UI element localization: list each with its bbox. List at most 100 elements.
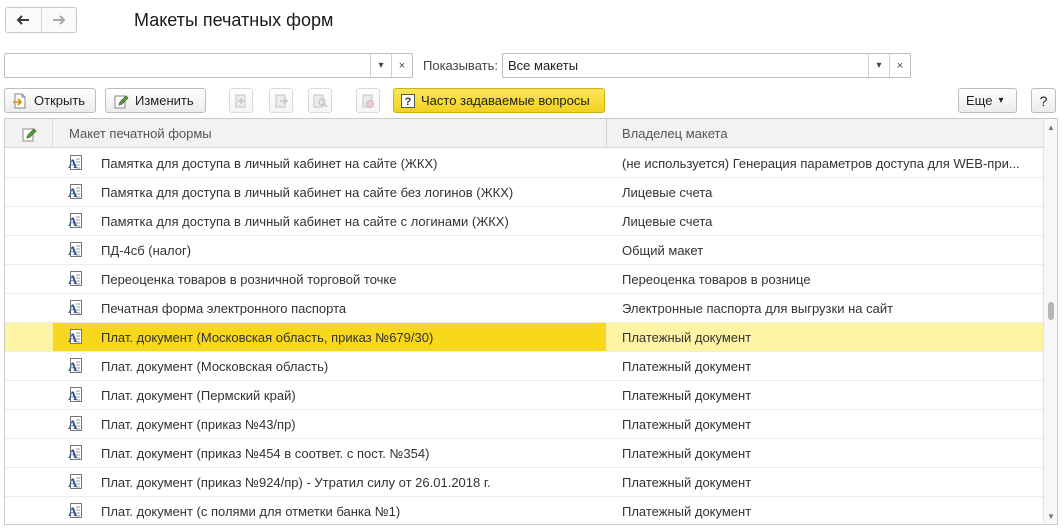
row-marker-cell[interactable] [5,178,53,206]
template-name-cell[interactable]: Плат. документ (приказ №924/пр) - Утрати… [101,475,491,490]
row-marker-cell[interactable] [5,323,53,351]
search-dropdown-button[interactable]: ▾ [370,54,391,77]
table-row[interactable]: A Плат. документ (приказ №454 в соответ. … [5,439,1043,468]
template-owner-cell[interactable]: Платежный документ [622,417,1032,432]
template-document-icon: A [68,300,83,319]
template-name-cell[interactable]: Памятка для доступа в личный кабинет на … [101,156,438,171]
template-name-cell[interactable]: Переоценка товаров в розничной торговой … [101,272,397,287]
template-name-cell[interactable]: ПД-4сб (налог) [101,243,191,258]
template-document-icon: A [68,474,83,493]
column-divider[interactable] [606,119,607,148]
template-name-cell[interactable]: Плат. документ (приказ №454 в соответ. с… [101,446,429,461]
template-document-icon: A [68,329,83,348]
table-row[interactable]: A Памятка для доступа в личный кабинет на… [5,149,1043,178]
table-row[interactable]: A Плат. документ (с полями для отметки ба… [5,497,1043,524]
template-name-cell[interactable]: Плат. документ (приказ №43/пр) [101,417,296,432]
faq-button[interactable]: ? Часто задаваемые вопросы [393,88,605,113]
template-owner-cell[interactable]: Платежный документ [622,446,1032,461]
row-marker-cell[interactable] [5,149,53,177]
show-filter-combo[interactable]: Все макеты ▾ × [502,53,911,78]
row-marker-cell[interactable] [5,381,53,409]
template-owner-cell[interactable]: Переоценка товаров в рознице [622,272,1032,287]
table-row[interactable]: A Плат. документ (Пермский край) Платежный… [5,381,1043,410]
row-marker-cell[interactable] [5,410,53,438]
compare-template-button[interactable] [308,88,332,113]
load-template-button[interactable] [229,88,253,113]
template-name-cell[interactable]: Плат. документ (Пермский край) [101,388,296,403]
svg-text:A: A [68,214,78,229]
search-clear-button[interactable]: × [391,54,412,77]
template-owner-cell[interactable]: Платежный документ [622,359,1032,374]
template-document-icon: A [68,416,83,435]
svg-text:A: A [68,504,78,519]
row-marker-cell[interactable] [5,352,53,380]
scrollbar-thumb[interactable] [1048,302,1054,320]
edit-button[interactable]: Изменить [105,88,206,113]
more-button[interactable]: Еще ▾ [958,88,1017,113]
row-marker-cell[interactable] [5,236,53,264]
row-marker-cell[interactable] [5,265,53,293]
template-owner-cell[interactable]: Платежный документ [622,504,1032,519]
template-owner-cell[interactable]: (не используется) Генерация параметров д… [622,156,1032,171]
column-header-owner[interactable]: Владелец макета [622,126,728,141]
template-document-icon: A [68,213,83,232]
table-row[interactable]: A Памятка для доступа в личный кабинет на… [5,207,1043,236]
back-button[interactable] [6,8,41,32]
table-row[interactable]: A Плат. документ (приказ №924/пр) - Утрат… [5,468,1043,497]
template-document-icon: A [68,184,83,203]
template-owner-cell[interactable]: Общий макет [622,243,1032,258]
template-owner-cell[interactable]: Платежный документ [622,330,1032,345]
scroll-up-arrow[interactable]: ▲ [1046,122,1056,132]
template-name-cell[interactable]: Памятка для доступа в личный кабинет на … [101,214,509,229]
search-input[interactable] [5,54,370,77]
template-name-cell[interactable]: Памятка для доступа в личный кабинет на … [101,185,513,200]
template-owner-cell[interactable]: Платежный документ [622,388,1032,403]
svg-text:A: A [68,475,78,490]
template-name-cell[interactable]: Плат. документ (Московская область) [101,359,328,374]
templates-table: Макет печатной формы Владелец макета A Па… [4,118,1058,525]
open-button[interactable]: Открыть [4,88,96,113]
table-row[interactable]: A Плат. документ (Московская область) Плат… [5,352,1043,381]
show-filter-value[interactable]: Все макеты [503,54,868,77]
table-row[interactable]: A ПД-4сб (налог) Общий макет [5,236,1043,265]
row-marker-cell[interactable] [5,468,53,496]
template-owner-cell[interactable]: Платежный документ [622,475,1032,490]
svg-text:A: A [68,417,78,432]
show-filter-dropdown-button[interactable]: ▾ [868,54,889,77]
svg-text:A: A [68,272,78,287]
edit-column-header[interactable] [5,119,53,148]
show-filter-clear-button[interactable]: × [889,54,910,77]
template-name-cell[interactable]: Плат. документ (Московская область, прик… [101,330,433,345]
template-document-icon: A [68,445,83,464]
table-row[interactable]: A Плат. документ (Московская область, при… [5,323,1043,352]
help-button[interactable]: ? [1031,88,1056,113]
template-name-cell[interactable]: Плат. документ (с полями для отметки бан… [101,504,400,519]
question-icon: ? [401,93,415,108]
chevron-down-icon: ▾ [998,95,1004,106]
navigation-buttons [5,7,77,33]
template-document-icon: A [68,242,83,261]
row-marker-cell[interactable] [5,439,53,467]
scroll-down-arrow[interactable]: ▼ [1046,511,1056,521]
table-row[interactable]: A Переоценка товаров в розничной торговой… [5,265,1043,294]
row-marker-cell[interactable] [5,497,53,524]
svg-text:A: A [68,446,78,461]
row-marker-cell[interactable] [5,294,53,322]
forward-button[interactable] [40,8,77,32]
template-owner-cell[interactable]: Лицевые счета [622,214,1032,229]
template-owner-cell[interactable]: Лицевые счета [622,185,1032,200]
table-row[interactable]: A Плат. документ (приказ №43/пр) Платежный… [5,410,1043,439]
row-marker-cell[interactable] [5,207,53,235]
template-name-cell[interactable]: Печатная форма электронного паспорта [101,301,346,316]
table-row[interactable]: A Печатная форма электронного паспорта Эле… [5,294,1043,323]
delete-template-button[interactable] [356,88,380,113]
save-template-button[interactable] [269,88,293,113]
column-header-template[interactable]: Макет печатной формы [69,126,212,141]
table-row[interactable]: A Памятка для доступа в личный кабинет на… [5,178,1043,207]
template-owner-cell[interactable]: Электронные паспорта для выгрузки на сай… [622,301,1032,316]
more-button-label: Еще [966,93,993,108]
close-icon: × [896,59,904,72]
search-combo[interactable]: ▾ × [4,53,413,78]
save-template-icon [275,94,288,107]
vertical-scrollbar[interactable]: ▲ ▼ [1043,119,1057,524]
